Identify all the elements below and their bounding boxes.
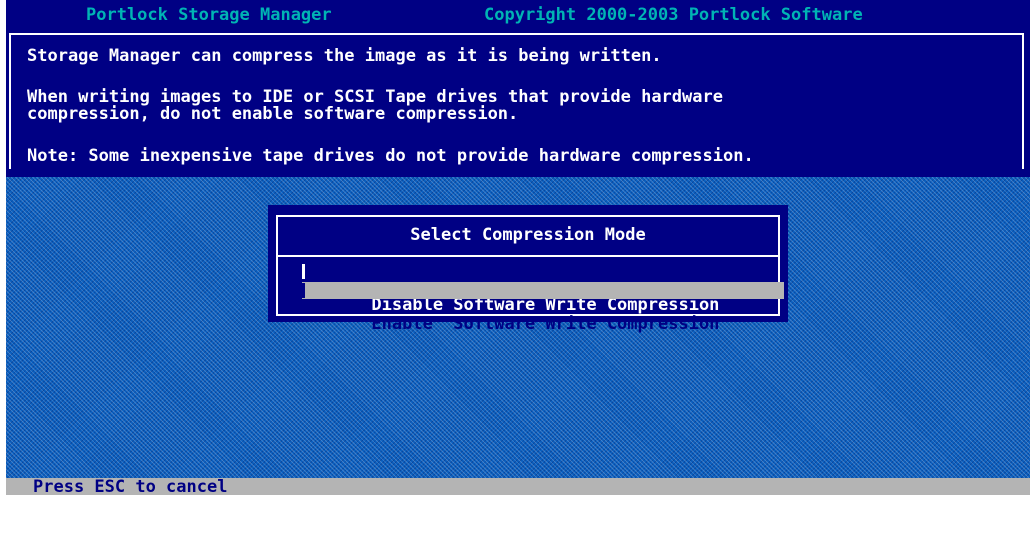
info-line-compress: Storage Manager can compress the image a…: [27, 46, 662, 66]
dialog-divider: [276, 255, 780, 257]
option-label: Enable Software Write Compression: [371, 314, 720, 334]
option-disable-compression[interactable]: Disable Software Write Compression: [302, 263, 784, 314]
info-line-tape-2: compression, do not enable software comp…: [27, 104, 519, 124]
info-panel: Storage Manager can compress the image a…: [6, 29, 1030, 177]
compression-mode-dialog: Select Compression Mode Disable Software…: [268, 205, 788, 333]
option-marker: [302, 283, 305, 298]
esc-hint: Press ESC to cancel: [33, 477, 228, 497]
option-enable-compression[interactable]: Enable Software Write Compression: [302, 282, 784, 333]
app-title: Portlock Storage Manager: [86, 5, 332, 25]
option-marker: [302, 264, 305, 279]
dialog-title: Select Compression Mode: [410, 225, 646, 245]
dos-screen: Portlock Storage Manager Copyright 2000-…: [6, 0, 1030, 497]
copyright-text: Copyright 2000-2003 Portlock Software: [484, 5, 863, 25]
status-bar: Press ESC to cancel: [6, 477, 1030, 497]
title-bar: Portlock Storage Manager Copyright 2000-…: [6, 0, 1030, 29]
info-line-note: Note: Some inexpensive tape drives do no…: [27, 146, 754, 166]
